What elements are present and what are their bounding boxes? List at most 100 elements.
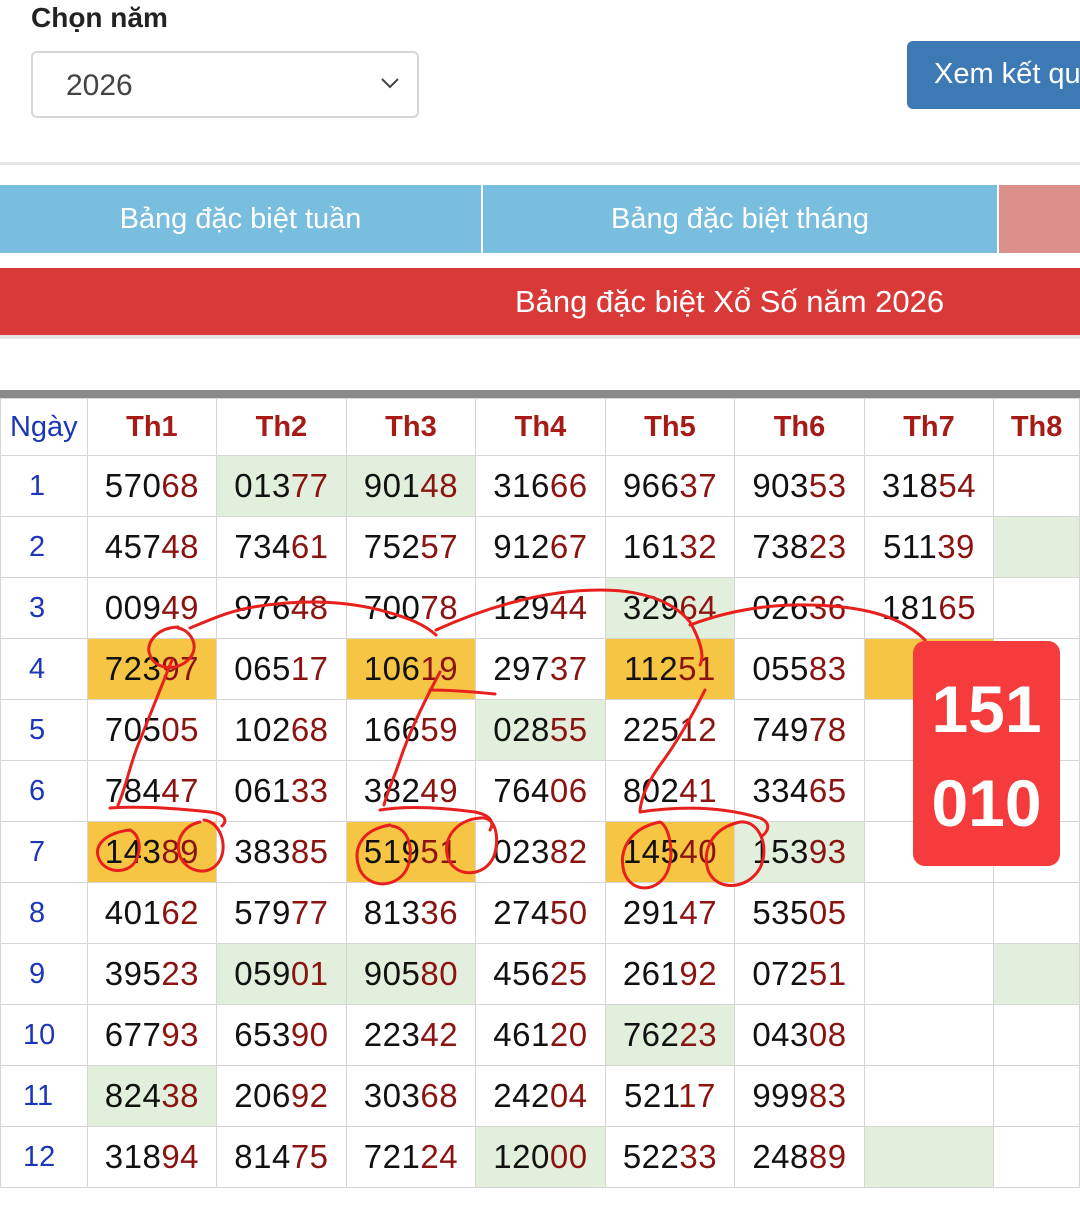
result-tail-digits: 59 (420, 711, 459, 748)
badge-line-2: 010 (931, 766, 1042, 840)
result-cell: 07251 (734, 943, 865, 1005)
result-cell: 16659 (345, 699, 477, 761)
result-cell: 14540 (604, 821, 736, 883)
year-select-value: 2026 (66, 69, 133, 102)
result-tail-digits: 51 (420, 833, 459, 870)
tab-weekly-special[interactable]: Bảng đặc biệt tuần (0, 185, 481, 253)
result-tail-digits: 40 (679, 833, 718, 870)
result-cell: 05583 (734, 638, 865, 700)
result-head-digits: 738 (752, 528, 809, 565)
result-head-digits: 181 (881, 589, 939, 626)
table-row: 2 45748 73461 75257 91267 16132 73823 51139 (0, 516, 1080, 578)
result-head-digits: 061 (234, 772, 291, 809)
result-cell: 01377 (216, 455, 347, 517)
result-tail-digits: 33 (290, 772, 329, 809)
result-head-digits: 999 (752, 1077, 809, 1114)
result-head-digits: 570 (104, 467, 162, 504)
result-cell: 16132 (604, 516, 736, 578)
result-cell: 70505 (86, 699, 218, 761)
column-header-month: Th1 (86, 398, 218, 456)
result-tail-digits: 54 (938, 467, 977, 504)
column-header-month: Th6 (734, 398, 865, 456)
year-label: Chọn năm (31, 2, 168, 33)
day-cell: 11 (0, 1065, 88, 1127)
result-head-digits: 065 (234, 650, 291, 687)
result-cell: 90580 (345, 943, 477, 1005)
result-cell: 45748 (86, 516, 218, 578)
column-header-month: Th2 (216, 398, 347, 456)
view-results-button[interactable]: Xem kết quả (907, 41, 1080, 109)
result-head-digits: 457 (104, 528, 162, 565)
result-head-digits: 677 (104, 1016, 162, 1053)
result-tail-digits: 08 (808, 1016, 847, 1053)
result-cell: 75257 (345, 516, 477, 578)
result-head-digits: 161 (622, 528, 680, 565)
result-tail-digits: 36 (420, 894, 459, 931)
result-head-digits: 901 (363, 467, 421, 504)
result-cell (863, 1065, 995, 1127)
result-tail-digits: 75 (290, 1138, 329, 1175)
day-cell: 4 (0, 638, 88, 700)
result-tail-digits: 67 (549, 528, 588, 565)
result-head-digits: 013 (234, 467, 291, 504)
result-cell: 82438 (86, 1065, 218, 1127)
result-tail-digits: 49 (161, 589, 200, 626)
result-cell: 46120 (475, 1004, 606, 1066)
result-head-digits: 905 (363, 955, 421, 992)
result-cell: 24889 (734, 1126, 865, 1188)
result-head-digits: 059 (234, 955, 291, 992)
result-tail-digits: 55 (549, 711, 588, 748)
result-tail-digits: 93 (161, 1016, 200, 1053)
result-tail-digits: 80 (420, 955, 459, 992)
result-cell: 97648 (216, 577, 347, 639)
result-cell (863, 882, 995, 944)
result-tail-digits: 36 (808, 589, 847, 626)
day-cell: 7 (0, 821, 88, 883)
result-cell (993, 455, 1080, 517)
result-head-digits: 316 (493, 467, 550, 504)
result-head-digits: 023 (493, 833, 550, 870)
day-cell: 1 (0, 455, 88, 517)
column-header-month: Th7 (863, 398, 995, 456)
result-tail-digits: 32 (679, 528, 718, 565)
result-tail-digits: 24 (420, 1138, 459, 1175)
result-head-digits: 248 (752, 1138, 809, 1175)
result-cell: 78447 (86, 760, 218, 822)
result-tail-digits: 77 (290, 467, 329, 504)
column-header-month: Th4 (475, 398, 606, 456)
result-head-digits: 055 (752, 650, 809, 687)
result-cell: 65390 (216, 1004, 347, 1066)
result-cell: 10268 (216, 699, 347, 761)
result-cell: 04308 (734, 1004, 865, 1066)
yearly-special-banner: Bảng đặc biệt Xổ Số năm 2026 (0, 268, 1080, 335)
result-head-digits: 903 (752, 467, 809, 504)
result-cell: 02382 (475, 821, 606, 883)
result-head-digits: 521 (624, 1077, 679, 1114)
result-cell (993, 1126, 1080, 1188)
result-head-digits: 329 (622, 589, 680, 626)
result-tail-digits: 23 (808, 528, 847, 565)
result-cell: 52117 (604, 1065, 736, 1127)
result-tail-digits: 01 (290, 955, 329, 992)
column-header-month: Th8 (993, 398, 1080, 456)
year-select[interactable]: 2026 (31, 51, 419, 118)
result-tail-digits: 83 (808, 1077, 847, 1114)
result-head-digits: 519 (363, 833, 421, 870)
result-cell: 31894 (86, 1126, 218, 1188)
tab-third[interactable] (999, 185, 1080, 253)
result-cell: 20692 (216, 1065, 347, 1127)
result-tail-digits: 25 (549, 955, 588, 992)
result-tail-digits: 65 (938, 589, 977, 626)
tab-monthly-special[interactable]: Bảng đặc biệt tháng (483, 185, 997, 253)
result-cell: 91267 (475, 516, 606, 578)
column-header-month: Th3 (345, 398, 477, 456)
result-cell: 51951 (345, 821, 477, 883)
result-head-digits: 106 (363, 650, 421, 687)
result-tail-digits: 51 (808, 955, 847, 992)
result-tail-digits: 05 (161, 711, 200, 748)
result-cell: 72397 (86, 638, 218, 700)
result-tail-digits: 61 (290, 528, 329, 565)
result-head-digits: 966 (622, 467, 680, 504)
result-tail-digits: 89 (161, 833, 200, 870)
result-cell: 24204 (475, 1065, 606, 1127)
